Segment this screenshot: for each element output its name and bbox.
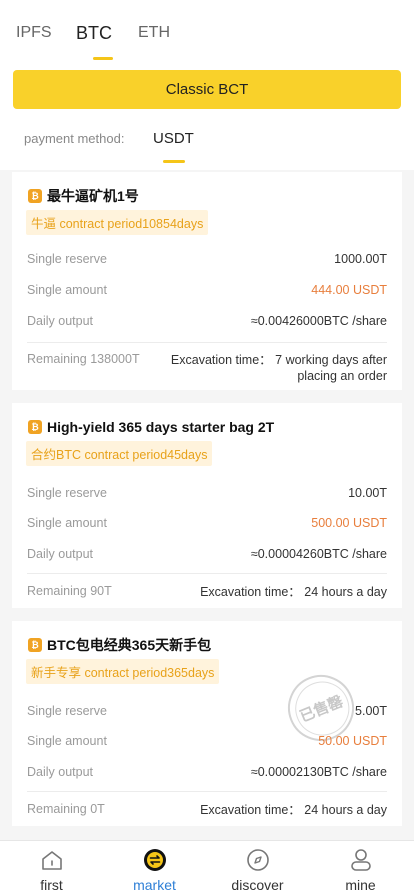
excavation-time: Excavation time： 24 hours a day (200, 802, 387, 818)
tab-btc[interactable]: BTC (76, 23, 112, 44)
daily-output-value: ≈0.00004260BTC /share (250, 547, 387, 561)
product-card[interactable]: ₿ High-yield 365 days starter bag 2T 合约B… (12, 403, 402, 608)
single-amount-label: Single amount (27, 734, 107, 748)
single-amount-label: Single amount (27, 516, 107, 530)
product-title: High-yield 365 days starter bag 2T (47, 419, 275, 435)
single-amount-value: 444.00 USDT (311, 283, 387, 297)
active-tab-indicator (93, 57, 113, 60)
single-amount-row: Single amount 500.00 USDT (27, 516, 387, 536)
product-title: 最牛逼矿机1号 (47, 188, 139, 204)
single-reserve-row: Single reserve 5.00T (27, 704, 387, 724)
excavation-time: Excavation time： 24 hours a day (200, 584, 387, 600)
excavation-time-label: Excavation time： (170, 353, 272, 367)
product-title-row: ₿ High-yield 365 days starter bag 2T (28, 417, 274, 437)
tab-eth[interactable]: ETH (138, 24, 170, 42)
product-title: BTC包电经典365天新手包 (47, 637, 212, 653)
bitcoin-icon: ₿ (28, 420, 42, 434)
single-reserve-row: Single reserve 10.00T (27, 486, 387, 506)
user-icon (348, 849, 374, 871)
daily-output-row: Daily output ≈0.00426000BTC /share (27, 314, 387, 334)
excavation-time-label: Excavation time： (200, 803, 301, 817)
contract-period-tag: 合约BTC contract period45days (26, 441, 213, 466)
single-amount-value: 500.00 USDT (311, 516, 387, 530)
exchange-icon (142, 849, 168, 871)
remaining-text: Remaining 90T (27, 584, 112, 598)
remaining-text: Remaining 0T (27, 802, 105, 816)
nav-discover-label: discover (231, 877, 284, 893)
single-amount-row: Single amount 50.00 USDT (27, 734, 387, 754)
product-title-row: ₿ 最牛逼矿机1号 (28, 186, 139, 206)
bottom-nav: first market discover mine (0, 840, 414, 896)
single-amount-row: Single amount 444.00 USDT (27, 283, 387, 303)
daily-output-value: ≈0.00426000BTC /share (250, 314, 387, 328)
remaining-text: Remaining 138000T (27, 352, 140, 366)
nav-first-label: first (40, 877, 63, 893)
home-icon (39, 849, 65, 871)
divider (27, 342, 387, 343)
daily-output-value: ≈0.00002130BTC /share (250, 765, 387, 779)
daily-output-row: Daily output ≈0.00004260BTC /share (27, 547, 387, 567)
single-amount-label: Single amount (27, 283, 107, 297)
daily-output-label: Daily output (27, 547, 94, 561)
bitcoin-icon: ₿ (28, 189, 42, 203)
contract-period-tag: 牛逼 contract period10854days (26, 210, 209, 235)
daily-output-row: Daily output ≈0.00002130BTC /share (27, 765, 387, 785)
bitcoin-icon: ₿ (28, 638, 42, 652)
excavation-time-value: 7 working days after placing an order (275, 353, 387, 383)
coin-tabs: IPFS BTC ETH (0, 20, 414, 64)
product-card[interactable]: ₿ BTC包电经典365天新手包 新手专享 contract period365… (12, 621, 402, 826)
nav-first[interactable]: first (0, 841, 103, 896)
daily-output-label: Daily output (27, 765, 94, 779)
tab-ipfs[interactable]: IPFS (16, 24, 52, 42)
payment-method-usdt[interactable]: USDT (153, 130, 194, 147)
single-reserve-value: 10.00T (348, 486, 387, 500)
nav-discover[interactable]: discover (206, 841, 309, 896)
nav-mine-label: mine (345, 877, 376, 893)
classic-bct-button[interactable]: Classic BCT (13, 70, 401, 109)
nav-market-label: market (133, 877, 176, 893)
single-reserve-label: Single reserve (27, 486, 107, 500)
contract-period-tag: 新手专享 contract period365days (26, 659, 220, 684)
top-header: IPFS BTC ETH Classic BCT payment method:… (0, 0, 414, 170)
payment-method-row: payment method: USDT (24, 130, 394, 163)
excavation-time-value: 24 hours a day (304, 585, 387, 599)
excavation-time-value: 24 hours a day (304, 803, 387, 817)
excavation-time: Excavation time： 7 working days after pl… (155, 352, 387, 384)
single-amount-value: 50.00 USDT (318, 734, 387, 748)
divider (27, 573, 387, 574)
single-reserve-row: Single reserve 1000.00T (27, 252, 387, 272)
payment-method-indicator (163, 160, 185, 163)
single-reserve-value: 1000.00T (334, 252, 387, 266)
product-title-row: ₿ BTC包电经典365天新手包 (28, 635, 211, 655)
nav-mine[interactable]: mine (309, 841, 412, 896)
daily-output-label: Daily output (27, 314, 94, 328)
compass-icon (245, 849, 271, 871)
single-reserve-label: Single reserve (27, 704, 107, 718)
single-reserve-label: Single reserve (27, 252, 107, 266)
payment-method-label: payment method: (24, 131, 125, 146)
excavation-time-label: Excavation time： (200, 585, 301, 599)
product-card[interactable]: ₿ 最牛逼矿机1号 牛逼 contract period10854days Si… (12, 172, 402, 390)
nav-market[interactable]: market (103, 841, 206, 896)
divider (27, 791, 387, 792)
single-reserve-value: 5.00T (355, 704, 387, 718)
